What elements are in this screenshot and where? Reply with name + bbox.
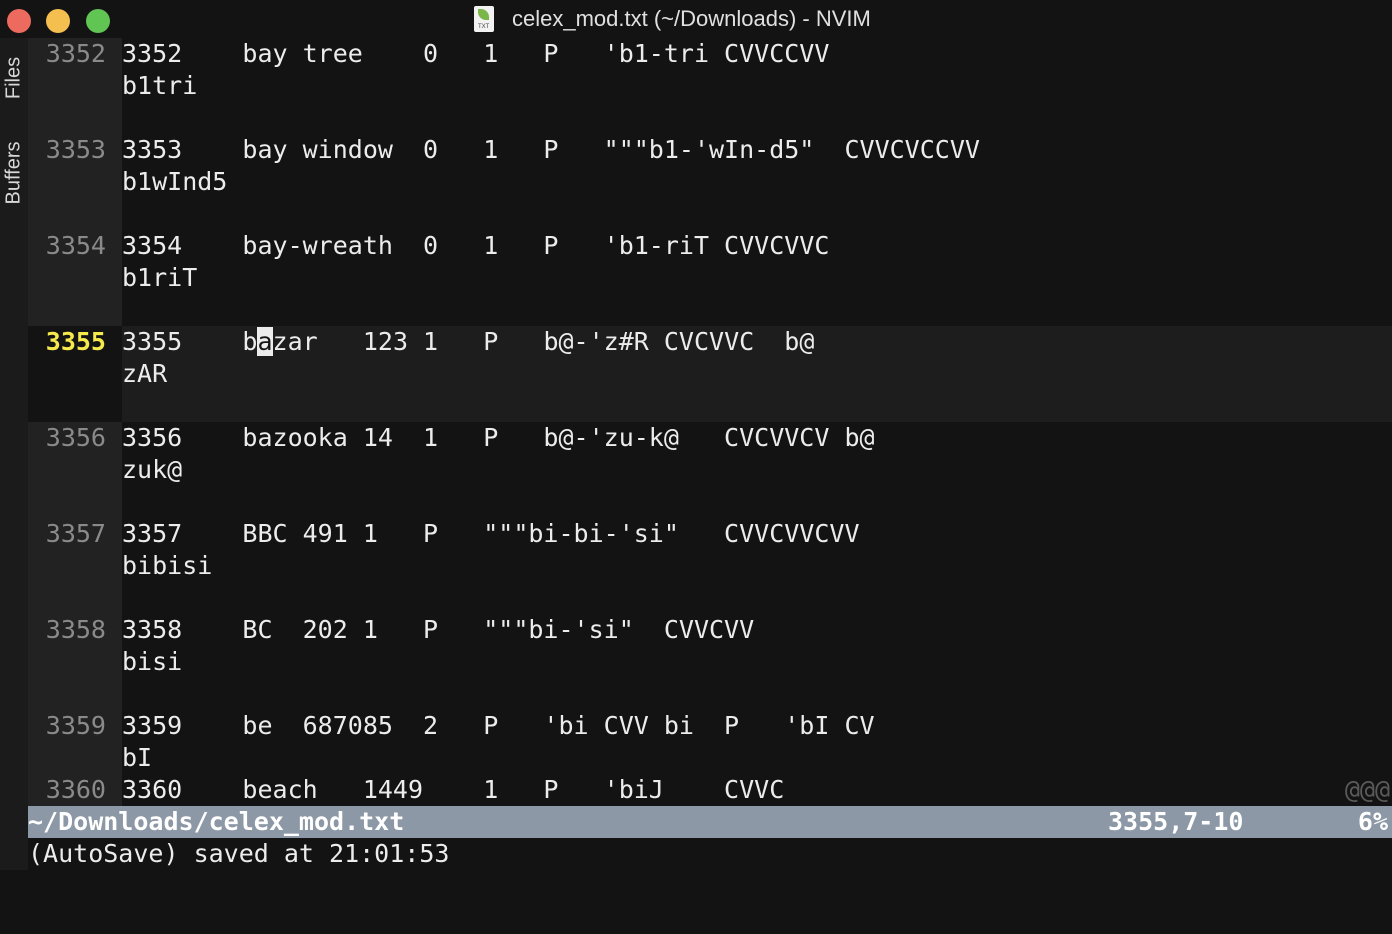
line-content[interactable]: 3353 bay window 0 1 P """b1-'wIn-d5" CVV… <box>122 134 980 198</box>
title-bar: TXT celex_mod.txt (~/Downloads) - NVIM <box>0 0 1392 38</box>
text-line[interactable]: 3356 3356 bazooka 14 1 P b@-'zu-k@ CVCVV… <box>28 422 1392 518</box>
current-line-number: 3355 <box>28 326 122 422</box>
line-content[interactable]: 3354 bay-wreath 0 1 P 'b1-riT CVVCVVC b1… <box>122 230 829 294</box>
status-line: ~/Downloads/celex_mod.txt 3355,7-10 6% <box>28 806 1392 838</box>
minimize-window-button[interactable] <box>46 9 70 33</box>
text-file-icon: TXT <box>474 6 494 32</box>
line-number: 3356 <box>45 423 106 452</box>
line-content[interactable]: 3357 BBC 491 1 P """bi-bi-'si" CVVCVVCVV… <box>122 518 860 582</box>
line-content[interactable]: 3360 beach 1449 1 P 'biJ CVVC <box>122 774 784 806</box>
editor-pane[interactable]: 3352 3352 bay tree 0 1 P 'b1-tri CVVCCVV… <box>28 38 1392 806</box>
close-window-button[interactable] <box>7 9 31 33</box>
window-title-group: TXT celex_mod.txt (~/Downloads) - NVIM <box>474 2 871 36</box>
text-line[interactable]: 3358 3358 BC 202 1 P """bi-'si" CVVCVV b… <box>28 614 1392 710</box>
line-content[interactable]: 3356 bazooka 14 1 P b@-'zu-k@ CVCVVCV b@… <box>122 422 875 486</box>
zoom-window-button[interactable] <box>86 9 110 33</box>
text-line[interactable]: 3352 3352 bay tree 0 1 P 'b1-tri CVVCCVV… <box>28 38 1392 134</box>
line-content[interactable]: 3352 bay tree 0 1 P 'b1-tri CVVCCVV b1tr… <box>122 38 829 102</box>
text-line[interactable]: 3357 3357 BBC 491 1 P """bi-bi-'si" CVVC… <box>28 518 1392 614</box>
window-title: celex_mod.txt (~/Downloads) - NVIM <box>512 6 871 31</box>
side-tab-bar: Files Buffers <box>0 38 28 870</box>
line-content[interactable]: 3359 be 687085 2 P 'bi CVV bi P 'bI CV b… <box>122 710 875 774</box>
cursor-position: 3355,7-10 <box>1108 807 1244 836</box>
line-number: 3357 <box>45 519 106 548</box>
line-content[interactable]: 3358 BC 202 1 P """bi-'si" CVVCVV bisi <box>122 614 754 678</box>
line-number: 3352 <box>45 39 106 68</box>
text-line[interactable]: 3354 3354 bay-wreath 0 1 P 'b1-riT CVVCV… <box>28 230 1392 326</box>
text-cursor: a <box>257 327 273 356</box>
command-line-message[interactable]: (AutoSave) saved at 21:01:53 <box>28 838 1392 870</box>
line-number: 3353 <box>45 135 106 164</box>
text-line[interactable]: 3360 3360 beach 1449 1 P 'biJ CVVC <box>28 774 1392 806</box>
current-text-line[interactable]: 3355 3355 bazar 123 1 P b@-'z#R CVCVVC b… <box>28 326 1392 422</box>
line-number: 3360 <box>45 775 106 804</box>
line-number: 3354 <box>45 231 106 260</box>
status-file-path: ~/Downloads/celex_mod.txt <box>28 807 405 836</box>
line-overflow-marker: @@@ <box>1344 775 1390 804</box>
scroll-percent: 6% <box>1357 807 1388 836</box>
line-content[interactable]: 3355 bazar 123 1 P b@-'z#R CVCVVC b@ zAR <box>122 326 814 390</box>
line-number: 3358 <box>45 615 106 644</box>
text-line[interactable]: 3353 3353 bay window 0 1 P """b1-'wIn-d5… <box>28 134 1392 230</box>
